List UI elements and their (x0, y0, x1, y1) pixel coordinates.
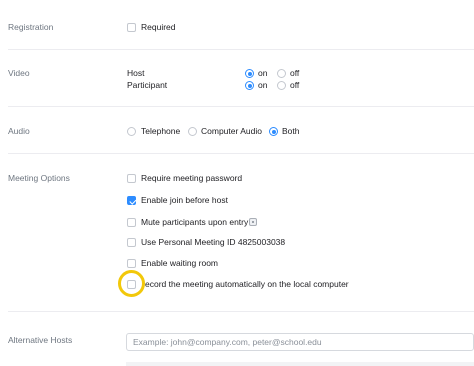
meeting-options-section-label: Meeting Options (8, 173, 70, 183)
audio-section-label: Audio (8, 126, 30, 136)
audio-both-label: Both (282, 126, 300, 136)
video-host-on-radio[interactable] (245, 69, 254, 78)
highlight-ring (118, 270, 145, 297)
alternative-hosts-section-label: Alternative Hosts (8, 335, 73, 345)
waiting-room-checkbox[interactable] (127, 259, 136, 268)
require-password-label: Require meeting password (141, 173, 243, 183)
video-host-off-radio[interactable] (277, 69, 286, 78)
video-participant-on-radio[interactable] (245, 81, 254, 90)
divider (8, 49, 474, 50)
video-participant-off-label: off (290, 80, 300, 90)
bottom-bar (126, 362, 474, 366)
personal-meeting-id-checkbox[interactable] (127, 238, 136, 247)
audio-telephone-label: Telephone (141, 126, 181, 136)
audio-computer-label: Computer Audio (201, 126, 262, 136)
video-host-on-label: on (258, 68, 268, 78)
audio-both-radio[interactable] (269, 127, 278, 136)
join-before-host-label: Enable join before host (141, 195, 228, 205)
mute-participants-label: Mute participants upon entry (141, 217, 249, 227)
alternative-hosts-field-wrapper (126, 333, 474, 351)
record-automatically-label: ecord the meeting automatically on the l… (145, 279, 349, 289)
divider (8, 106, 474, 107)
personal-meeting-id-label: Use Personal Meeting ID 4825003038 (141, 237, 286, 247)
waiting-room-label: Enable waiting room (141, 258, 219, 268)
join-before-host-checkbox[interactable] (127, 196, 136, 205)
required-checkbox[interactable] (127, 23, 136, 32)
video-participant-off-radio[interactable] (277, 81, 286, 90)
require-password-checkbox[interactable] (127, 174, 136, 183)
video-participant-label: Participant (127, 80, 168, 90)
alternative-hosts-input[interactable] (127, 334, 473, 350)
divider (8, 311, 474, 312)
video-section-label: Video (8, 68, 30, 78)
divider (8, 153, 474, 154)
audio-computer-radio[interactable] (188, 127, 197, 136)
video-participant-on-label: on (258, 80, 268, 90)
video-host-off-label: off (290, 68, 300, 78)
audio-telephone-radio[interactable] (127, 127, 136, 136)
required-label: Required (141, 22, 176, 32)
info-icon[interactable] (249, 218, 257, 226)
mute-participants-checkbox[interactable] (127, 218, 136, 227)
video-host-label: Host (127, 68, 145, 78)
registration-section-label: Registration (8, 22, 54, 32)
